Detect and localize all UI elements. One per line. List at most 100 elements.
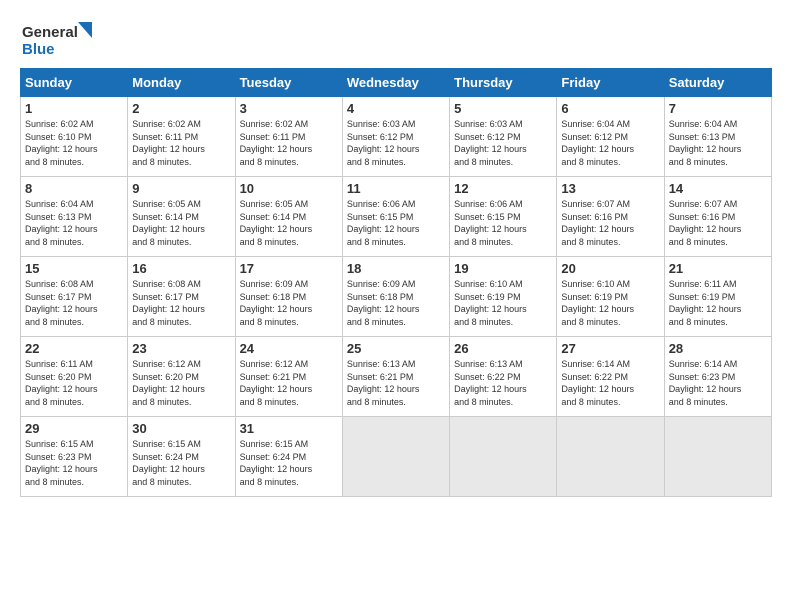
day-info: Sunrise: 6:07 AM Sunset: 6:16 PM Dayligh…	[561, 198, 659, 248]
calendar-cell: 15 Sunrise: 6:08 AM Sunset: 6:17 PM Dayli…	[21, 257, 128, 337]
calendar-cell: 16 Sunrise: 6:08 AM Sunset: 6:17 PM Dayli…	[128, 257, 235, 337]
day-info: Sunrise: 6:08 AM Sunset: 6:17 PM Dayligh…	[132, 278, 230, 328]
logo-svg: GeneralBlue	[20, 20, 100, 58]
calendar-cell: 21 Sunrise: 6:11 AM Sunset: 6:19 PM Dayli…	[664, 257, 771, 337]
calendar-cell: 27Sunrise: 6:14 AM Sunset: 6:22 PM Dayli…	[557, 337, 664, 417]
calendar-cell: 5Sunrise: 6:03 AM Sunset: 6:12 PM Daylig…	[450, 97, 557, 177]
calendar-cell: 31 Sunrise: 6:15 AM Sunset: 6:24 PM Dayli…	[235, 417, 342, 497]
day-info: Sunrise: 6:02 AM Sunset: 6:11 PM Dayligh…	[240, 118, 338, 168]
day-info: Sunrise: 6:09 AM Sunset: 6:18 PM Dayligh…	[347, 278, 445, 328]
day-info: Sunrise: 6:06 AM Sunset: 6:15 PM Dayligh…	[347, 198, 445, 248]
calendar-week-4: 22Sunrise: 6:11 AM Sunset: 6:20 PM Dayli…	[21, 337, 772, 417]
calendar-cell: 17 Sunrise: 6:09 AM Sunset: 6:18 PM Dayli…	[235, 257, 342, 337]
day-number: 18	[347, 261, 445, 276]
day-number: 8	[25, 181, 123, 196]
day-info: Sunrise: 6:04 AM Sunset: 6:13 PM Dayligh…	[25, 198, 123, 248]
calendar-cell: 11 Sunrise: 6:06 AM Sunset: 6:15 PM Dayli…	[342, 177, 449, 257]
day-info: Sunrise: 6:15 AM Sunset: 6:24 PM Dayligh…	[240, 438, 338, 488]
day-number: 26	[454, 341, 552, 356]
calendar-week-3: 15 Sunrise: 6:08 AM Sunset: 6:17 PM Dayli…	[21, 257, 772, 337]
calendar-cell: 1 Sunrise: 6:02 AM Sunset: 6:10 PM Daylig…	[21, 97, 128, 177]
day-info: Sunrise: 6:11 AM Sunset: 6:20 PM Dayligh…	[25, 358, 123, 408]
day-number: 13	[561, 181, 659, 196]
day-info: Sunrise: 6:12 AM Sunset: 6:20 PM Dayligh…	[132, 358, 230, 408]
calendar-header-row: SundayMondayTuesdayWednesdayThursdayFrid…	[21, 69, 772, 97]
calendar-cell: 2Sunrise: 6:02 AM Sunset: 6:11 PM Daylig…	[128, 97, 235, 177]
calendar-cell: 30 Sunrise: 6:15 AM Sunset: 6:24 PM Dayli…	[128, 417, 235, 497]
day-info: Sunrise: 6:15 AM Sunset: 6:23 PM Dayligh…	[25, 438, 123, 488]
calendar-cell: 3 Sunrise: 6:02 AM Sunset: 6:11 PM Daylig…	[235, 97, 342, 177]
day-number: 7	[669, 101, 767, 116]
logo: GeneralBlue	[20, 20, 100, 58]
day-header-tuesday: Tuesday	[235, 69, 342, 97]
day-info: Sunrise: 6:05 AM Sunset: 6:14 PM Dayligh…	[240, 198, 338, 248]
calendar-cell: 18 Sunrise: 6:09 AM Sunset: 6:18 PM Dayli…	[342, 257, 449, 337]
day-header-wednesday: Wednesday	[342, 69, 449, 97]
day-info: Sunrise: 6:08 AM Sunset: 6:17 PM Dayligh…	[25, 278, 123, 328]
day-info: Sunrise: 6:14 AM Sunset: 6:23 PM Dayligh…	[669, 358, 767, 408]
calendar-cell: 14 Sunrise: 6:07 AM Sunset: 6:16 PM Dayli…	[664, 177, 771, 257]
header: GeneralBlue	[20, 20, 772, 58]
calendar-cell: 9Sunrise: 6:05 AM Sunset: 6:14 PM Daylig…	[128, 177, 235, 257]
svg-text:General: General	[22, 24, 78, 41]
calendar-cell	[342, 417, 449, 497]
calendar-week-2: 8 Sunrise: 6:04 AM Sunset: 6:13 PM Daylig…	[21, 177, 772, 257]
calendar-cell: 28Sunrise: 6:14 AM Sunset: 6:23 PM Dayli…	[664, 337, 771, 417]
calendar-week-1: 1 Sunrise: 6:02 AM Sunset: 6:10 PM Daylig…	[21, 97, 772, 177]
day-info: Sunrise: 6:12 AM Sunset: 6:21 PM Dayligh…	[240, 358, 338, 408]
day-header-saturday: Saturday	[664, 69, 771, 97]
day-info: Sunrise: 6:04 AM Sunset: 6:12 PM Dayligh…	[561, 118, 659, 168]
day-info: Sunrise: 6:10 AM Sunset: 6:19 PM Dayligh…	[561, 278, 659, 328]
calendar-cell: 10 Sunrise: 6:05 AM Sunset: 6:14 PM Dayli…	[235, 177, 342, 257]
day-number: 14	[669, 181, 767, 196]
calendar-cell: 26Sunrise: 6:13 AM Sunset: 6:22 PM Dayli…	[450, 337, 557, 417]
day-number: 25	[347, 341, 445, 356]
day-info: Sunrise: 6:05 AM Sunset: 6:14 PM Dayligh…	[132, 198, 230, 248]
calendar-cell: 29 Sunrise: 6:15 AM Sunset: 6:23 PM Dayli…	[21, 417, 128, 497]
day-info: Sunrise: 6:13 AM Sunset: 6:21 PM Dayligh…	[347, 358, 445, 408]
day-info: Sunrise: 6:09 AM Sunset: 6:18 PM Dayligh…	[240, 278, 338, 328]
calendar-cell: 7 Sunrise: 6:04 AM Sunset: 6:13 PM Daylig…	[664, 97, 771, 177]
day-number: 19	[454, 261, 552, 276]
day-number: 29	[25, 421, 123, 436]
day-info: Sunrise: 6:11 AM Sunset: 6:19 PM Dayligh…	[669, 278, 767, 328]
day-header-monday: Monday	[128, 69, 235, 97]
calendar-cell: 22Sunrise: 6:11 AM Sunset: 6:20 PM Dayli…	[21, 337, 128, 417]
calendar-cell: 4Sunrise: 6:03 AM Sunset: 6:12 PM Daylig…	[342, 97, 449, 177]
calendar-cell	[450, 417, 557, 497]
day-number: 17	[240, 261, 338, 276]
svg-text:Blue: Blue	[22, 41, 55, 58]
calendar-cell	[664, 417, 771, 497]
day-number: 30	[132, 421, 230, 436]
calendar-cell: 25 Sunrise: 6:13 AM Sunset: 6:21 PM Dayli…	[342, 337, 449, 417]
day-number: 11	[347, 181, 445, 196]
day-number: 21	[669, 261, 767, 276]
day-number: 15	[25, 261, 123, 276]
day-number: 16	[132, 261, 230, 276]
calendar-week-5: 29 Sunrise: 6:15 AM Sunset: 6:23 PM Dayli…	[21, 417, 772, 497]
calendar-cell: 20Sunrise: 6:10 AM Sunset: 6:19 PM Dayli…	[557, 257, 664, 337]
day-number: 1	[25, 101, 123, 116]
day-info: Sunrise: 6:02 AM Sunset: 6:11 PM Dayligh…	[132, 118, 230, 168]
day-number: 10	[240, 181, 338, 196]
calendar-cell: 24Sunrise: 6:12 AM Sunset: 6:21 PM Dayli…	[235, 337, 342, 417]
day-info: Sunrise: 6:04 AM Sunset: 6:13 PM Dayligh…	[669, 118, 767, 168]
calendar-cell: 8 Sunrise: 6:04 AM Sunset: 6:13 PM Daylig…	[21, 177, 128, 257]
day-header-friday: Friday	[557, 69, 664, 97]
calendar-cell	[557, 417, 664, 497]
calendar-table: SundayMondayTuesdayWednesdayThursdayFrid…	[20, 68, 772, 497]
day-info: Sunrise: 6:03 AM Sunset: 6:12 PM Dayligh…	[454, 118, 552, 168]
day-header-sunday: Sunday	[21, 69, 128, 97]
day-info: Sunrise: 6:02 AM Sunset: 6:10 PM Dayligh…	[25, 118, 123, 168]
day-info: Sunrise: 6:03 AM Sunset: 6:12 PM Dayligh…	[347, 118, 445, 168]
calendar-cell: 23Sunrise: 6:12 AM Sunset: 6:20 PM Dayli…	[128, 337, 235, 417]
day-header-thursday: Thursday	[450, 69, 557, 97]
day-number: 6	[561, 101, 659, 116]
day-number: 3	[240, 101, 338, 116]
calendar-cell: 13 Sunrise: 6:07 AM Sunset: 6:16 PM Dayli…	[557, 177, 664, 257]
day-number: 31	[240, 421, 338, 436]
calendar-body: 1 Sunrise: 6:02 AM Sunset: 6:10 PM Daylig…	[21, 97, 772, 497]
day-info: Sunrise: 6:07 AM Sunset: 6:16 PM Dayligh…	[669, 198, 767, 248]
day-number: 12	[454, 181, 552, 196]
day-info: Sunrise: 6:15 AM Sunset: 6:24 PM Dayligh…	[132, 438, 230, 488]
